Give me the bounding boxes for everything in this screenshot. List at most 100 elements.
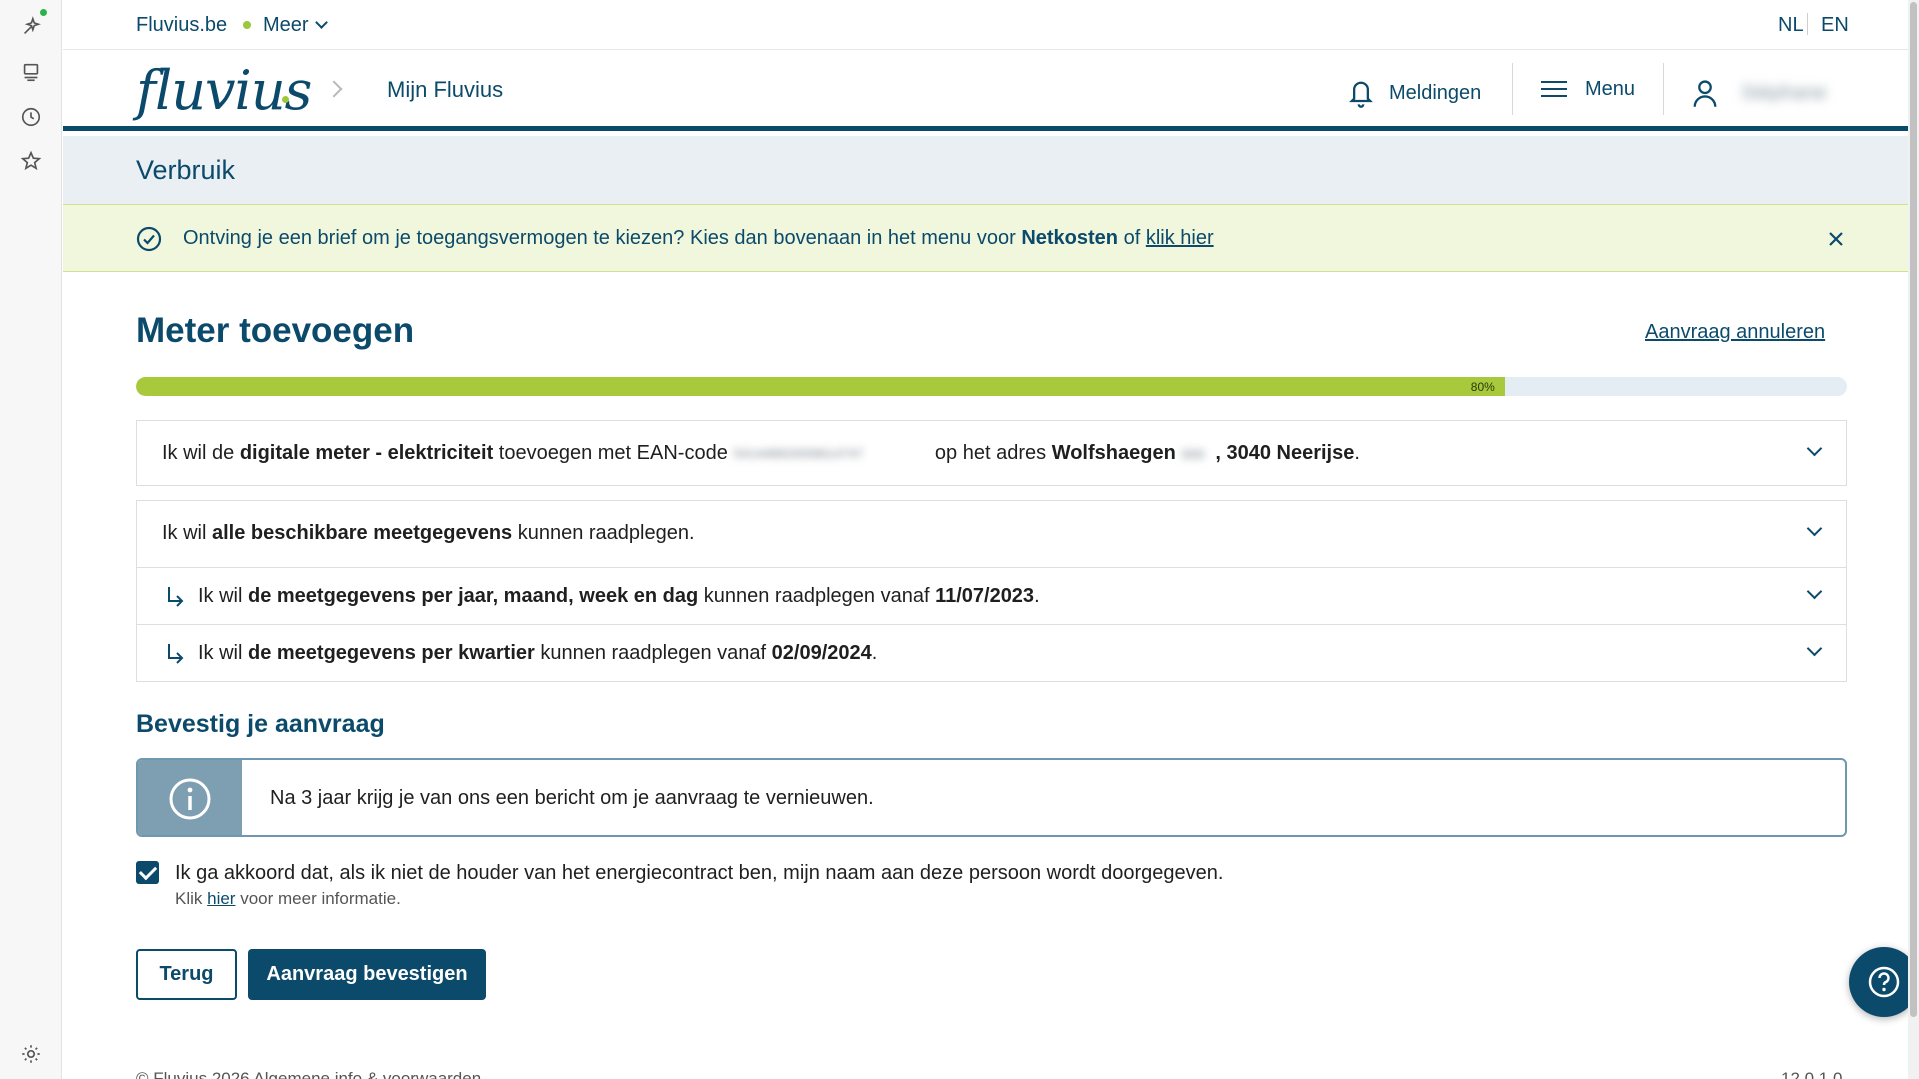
- sub-arrow-icon: [168, 587, 184, 607]
- notice-bold: Netkosten: [1021, 227, 1119, 249]
- user-icon: [1693, 80, 1717, 107]
- chevron-down-icon: [1806, 520, 1823, 537]
- page-title: Meter toevoegen: [136, 311, 415, 350]
- chevron-down-icon: [1806, 440, 1823, 457]
- text-bold: Wolfshaegen: [1051, 442, 1176, 464]
- notice-banner: Ontving je een brief om je toegangsvermo…: [63, 204, 1908, 272]
- chevron-right-icon: [325, 80, 343, 98]
- help-button[interactable]: [1849, 947, 1908, 1017]
- progress-label: 80%: [1470, 380, 1495, 394]
- accordion-text: Ik wil de meetgegevens per jaar, maand, …: [198, 585, 1040, 608]
- breadcrumb-mijn-fluvius[interactable]: Mijn Fluvius: [387, 77, 503, 103]
- user-name: Stéphane: [1741, 81, 1827, 104]
- bookmarks-icon[interactable]: [19, 60, 43, 84]
- confirm-request-button[interactable]: Aanvraag bevestigen: [248, 949, 486, 1000]
- text-bold: alle beschikbare meetgegevens: [212, 522, 513, 544]
- settings-gear-icon[interactable]: [19, 1042, 43, 1066]
- text-bold: 02/09/2024: [771, 642, 872, 664]
- text-part: op het adres: [929, 442, 1052, 464]
- text-bold: digitale meter - elektriciteit: [239, 442, 494, 464]
- chevron-down-icon: [1806, 640, 1823, 657]
- user-account-button[interactable]: Stéphane: [1691, 77, 1827, 109]
- notifications-label: Meldingen: [1389, 81, 1482, 104]
- scrollbar[interactable]: [1908, 0, 1919, 1079]
- fluvius-logo[interactable]: fluvius: [136, 59, 312, 122]
- chevron-down-icon: [1806, 583, 1823, 600]
- text-part: kunnen raadplegen.: [512, 522, 695, 544]
- confirm-heading: Bevestig je aanvraag: [136, 710, 385, 738]
- notice-link[interactable]: klik hier: [1146, 227, 1214, 249]
- lang-nl[interactable]: NL: [1778, 14, 1804, 37]
- info-box: Na 3 jaar krijg je van ons een bericht o…: [136, 758, 1847, 837]
- help-question-icon: [1868, 966, 1900, 998]
- menu-label: Menu: [1585, 77, 1636, 100]
- accordion-item-data-access[interactable]: Ik wil alle beschikbare meetgegevens kun…: [136, 500, 1847, 568]
- accordion-text: Ik wil de meetgegevens per kwartier kunn…: [198, 642, 877, 665]
- section-title: Verbruik: [136, 155, 236, 185]
- info-icon-panel: [138, 760, 242, 835]
- notice-text: Ontving je een brief om je toegangsvermo…: [183, 227, 1214, 250]
- header-divider: [1512, 63, 1513, 115]
- notifications-button[interactable]: Meldingen: [1347, 77, 1481, 109]
- accordion-item-meter[interactable]: Ik wil de digitale meter - elektriciteit…: [136, 420, 1847, 486]
- text-bold: , 3040 Neerijse: [1215, 442, 1355, 464]
- chevron-down-icon: [314, 16, 328, 29]
- copilot-sparkle-icon[interactable]: [19, 15, 43, 39]
- text-bold: de meetgegevens per jaar, maand, week en…: [248, 585, 699, 607]
- text-part: kunnen raadplegen vanaf: [698, 585, 936, 607]
- progress-bar: 80%: [136, 377, 1847, 396]
- header-divider: [1663, 63, 1664, 115]
- accordion-subitem-quarter[interactable]: Ik wil de meetgegevens per kwartier kunn…: [136, 624, 1847, 682]
- sub-arrow-icon: [168, 644, 184, 664]
- footer-version: 12.0.1.0: [1781, 1069, 1843, 1079]
- text-part: Ik wil: [198, 642, 248, 664]
- consent-checkbox[interactable]: [136, 861, 159, 884]
- lang-en[interactable]: EN: [1821, 14, 1849, 37]
- accordion-text: Ik wil alle beschikbare meetgegevens kun…: [162, 522, 695, 545]
- check-circle-icon: [136, 226, 162, 252]
- logo-dot: [282, 96, 289, 103]
- text-bold: 11/07/2023: [935, 585, 1035, 607]
- text-bold: de meetgegevens per kwartier: [248, 642, 535, 664]
- main-header: fluvius Mijn Fluvius Meldingen Menu Stép…: [63, 51, 1908, 131]
- fluvius-be-link[interactable]: Fluvius.be: [136, 14, 227, 37]
- progress-fill: 80%: [136, 377, 1505, 396]
- notice-text-part: Ontving je een brief om je toegangsvermo…: [183, 227, 1022, 249]
- scrollbar-thumb[interactable]: [1910, 2, 1917, 1017]
- favorites-star-icon[interactable]: [19, 149, 43, 173]
- more-dropdown[interactable]: Meer: [263, 14, 328, 37]
- menu-button[interactable]: Menu: [1539, 77, 1635, 101]
- hamburger-icon: [1541, 81, 1567, 97]
- page: Fluvius.be Meer NL EN fluvius Mijn Fluvi…: [63, 0, 1908, 1079]
- text-part: Ik wil de: [162, 442, 240, 464]
- accordion-subitem-daily[interactable]: Ik wil de meetgegevens per jaar, maand, …: [136, 567, 1847, 625]
- consent-more-info: Klik hier voor meer informatie.: [175, 889, 401, 909]
- back-button[interactable]: Terug: [136, 949, 237, 1000]
- notice-text-part: of: [1118, 227, 1146, 249]
- lang-divider: [1807, 13, 1808, 35]
- close-icon[interactable]: [1824, 227, 1848, 251]
- text-part: .: [1034, 585, 1040, 607]
- cancel-request-link[interactable]: Aanvraag annuleren: [1645, 321, 1825, 344]
- text-part: Ik wil: [198, 585, 248, 607]
- separator-dot: [243, 21, 251, 29]
- text-part: toevoegen met EAN-code: [493, 442, 734, 464]
- text-part: .: [871, 642, 878, 664]
- text-part: Klik: [175, 889, 208, 908]
- browser-sidebar: [0, 0, 62, 1079]
- status-dot: [40, 9, 47, 16]
- section-bar: Verbruik: [63, 136, 1908, 204]
- utility-bar: Fluvius.be Meer NL EN: [63, 0, 1908, 50]
- ean-code: 541448820058614747: [733, 446, 864, 462]
- more-info-link[interactable]: hier: [207, 889, 235, 908]
- footer-copyright: © Fluvius 2026 Algemene info & voorwaard…: [136, 1069, 482, 1079]
- more-label: Meer: [263, 14, 309, 36]
- bell-icon: [1349, 81, 1373, 108]
- text-part: Ik wil: [162, 522, 212, 544]
- info-text: Na 3 jaar krijg je van ons een bericht o…: [270, 787, 874, 809]
- house-number: 000: [1181, 445, 1205, 462]
- history-icon[interactable]: [19, 105, 43, 129]
- text-part: voor meer informatie.: [235, 889, 401, 908]
- accordion-text: Ik wil de digitale meter - elektriciteit…: [162, 442, 1360, 465]
- text-part: .: [1354, 442, 1360, 464]
